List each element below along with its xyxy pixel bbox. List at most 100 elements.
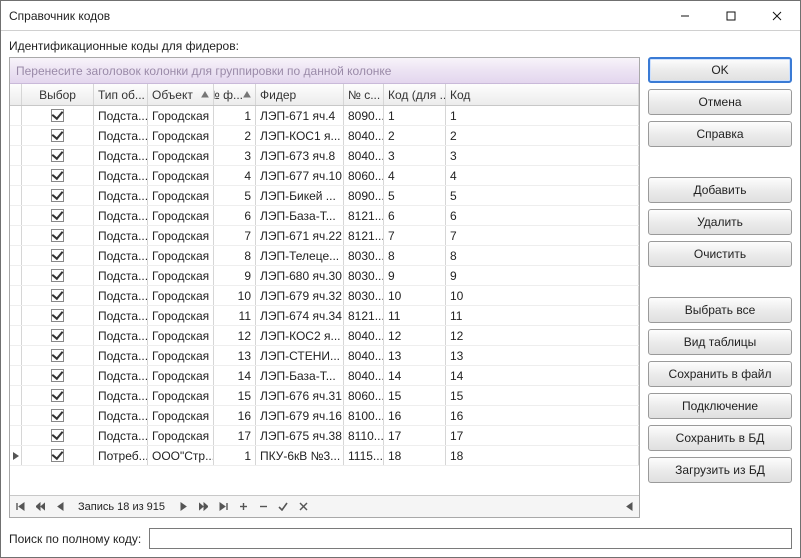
nav-next-page-button[interactable] [193, 496, 213, 518]
checkbox-icon[interactable] [51, 449, 64, 462]
cell-select[interactable] [22, 146, 94, 165]
nav-scroll-left-button[interactable] [619, 496, 639, 518]
column-indicator[interactable] [10, 84, 22, 105]
load-from-db-button[interactable]: Загрузить из БД [648, 457, 792, 483]
search-input[interactable] [149, 528, 792, 549]
cell-select[interactable] [22, 446, 94, 465]
checkbox-icon[interactable] [51, 169, 64, 182]
select-all-button[interactable]: Выбрать все [648, 297, 792, 323]
checkbox-icon[interactable] [51, 189, 64, 202]
checkbox-icon[interactable] [51, 429, 64, 442]
table-row[interactable]: Подста...Городская14ЛЭП-База-Т...8040...… [10, 366, 639, 386]
column-feeder[interactable]: Фидер [256, 84, 344, 105]
nav-prev-button[interactable] [50, 496, 70, 518]
checkbox-icon[interactable] [51, 369, 64, 382]
checkbox-icon[interactable] [51, 149, 64, 162]
table-view-button[interactable]: Вид таблицы [648, 329, 792, 355]
connection-button[interactable]: Подключение [648, 393, 792, 419]
sort-asc-icon [243, 88, 251, 102]
cell-select[interactable] [22, 266, 94, 285]
checkbox-icon[interactable] [51, 209, 64, 222]
cell-select[interactable] [22, 186, 94, 205]
checkbox-icon[interactable] [51, 229, 64, 242]
nav-next-button[interactable] [173, 496, 193, 518]
column-type[interactable]: Тип об... [94, 84, 148, 105]
table-row[interactable]: Подста...Городская8ЛЭП-Телеце...8030...8… [10, 246, 639, 266]
nav-cancel-button[interactable] [293, 496, 313, 518]
table-row[interactable]: Подста...Городская3ЛЭП-673 яч.88040...33 [10, 146, 639, 166]
checkbox-icon[interactable] [51, 389, 64, 402]
table-row[interactable]: Подста...Городская11ЛЭП-674 яч.348121...… [10, 306, 639, 326]
checkbox-icon[interactable] [51, 309, 64, 322]
nav-first-button[interactable] [10, 496, 30, 518]
cell-object: Городская [148, 326, 214, 345]
row-indicator [10, 426, 22, 445]
checkbox-icon[interactable] [51, 289, 64, 302]
cell-select[interactable] [22, 426, 94, 445]
save-to-file-button[interactable]: Сохранить в файл [648, 361, 792, 387]
table-row[interactable]: Подста...Городская6ЛЭП-База-Т...8121...6… [10, 206, 639, 226]
table-row[interactable]: Подста...Городская10ЛЭП-679 яч.328030...… [10, 286, 639, 306]
table-row[interactable]: Подста...Городская16ЛЭП-679 яч.168100...… [10, 406, 639, 426]
button-panel: OK Отмена Справка Добавить Удалить Очист… [648, 57, 792, 518]
nav-delete-button[interactable] [253, 496, 273, 518]
cell-select[interactable] [22, 166, 94, 185]
table-row[interactable]: Подста...Городская9ЛЭП-680 яч.308030...9… [10, 266, 639, 286]
close-button[interactable] [754, 1, 800, 31]
nav-post-button[interactable] [273, 496, 293, 518]
nav-insert-button[interactable] [233, 496, 253, 518]
cell-select[interactable] [22, 366, 94, 385]
checkbox-icon[interactable] [51, 329, 64, 342]
checkbox-icon[interactable] [51, 109, 64, 122]
table-row[interactable]: Подста...Городская12ЛЭП-КОС2 я...8040...… [10, 326, 639, 346]
grid-body[interactable]: Подста...Городская1ЛЭП-671 яч.48090...11… [10, 106, 639, 495]
cell-select[interactable] [22, 286, 94, 305]
nav-prev-page-button[interactable] [30, 496, 50, 518]
checkbox-icon[interactable] [51, 249, 64, 262]
column-code[interactable]: Код [446, 84, 639, 105]
cell-select[interactable] [22, 326, 94, 345]
ok-button[interactable]: OK [648, 57, 792, 83]
cell-select[interactable] [22, 406, 94, 425]
cell-select[interactable] [22, 126, 94, 145]
group-by-panel[interactable]: Перенесите заголовок колонки для группир… [10, 58, 639, 84]
cell-select[interactable] [22, 346, 94, 365]
column-object[interactable]: Объект [148, 84, 214, 105]
column-nsch[interactable]: № с... [344, 84, 384, 105]
cell-select[interactable] [22, 386, 94, 405]
cell-feeder: ЛЭП-676 яч.31 [256, 386, 344, 405]
table-row[interactable]: Подста...Городская15ЛЭП-676 яч.318060...… [10, 386, 639, 406]
table-row[interactable]: Подста...Городская13ЛЭП-СТЕНИ...8040...1… [10, 346, 639, 366]
minimize-button[interactable] [662, 1, 708, 31]
cell-select[interactable] [22, 206, 94, 225]
checkbox-icon[interactable] [51, 129, 64, 142]
checkbox-icon[interactable] [51, 269, 64, 282]
cell-select[interactable] [22, 246, 94, 265]
delete-button[interactable]: Удалить [648, 209, 792, 235]
cell-select[interactable] [22, 226, 94, 245]
table-row[interactable]: Подста...Городская2ЛЭП-КОС1 я...8040...2… [10, 126, 639, 146]
cell-select[interactable] [22, 106, 94, 125]
checkbox-icon[interactable] [51, 349, 64, 362]
nav-last-button[interactable] [213, 496, 233, 518]
column-code-for[interactable]: Код (для ... [384, 84, 446, 105]
table-row[interactable]: Подста...Городская1ЛЭП-671 яч.48090...11 [10, 106, 639, 126]
clear-button[interactable]: Очистить [648, 241, 792, 267]
checkbox-icon[interactable] [51, 409, 64, 422]
table-row[interactable]: Потреб...ООО"Стр...1ПКУ-6кВ №3...1115...… [10, 446, 639, 466]
cell-code-for: 2 [384, 126, 446, 145]
table-row[interactable]: Подста...Городская7ЛЭП-671 яч.228121...7… [10, 226, 639, 246]
save-to-db-button[interactable]: Сохранить в БД [648, 425, 792, 451]
add-button[interactable]: Добавить [648, 177, 792, 203]
cell-feeder: ЛЭП-679 яч.16 [256, 406, 344, 425]
cancel-button[interactable]: Отмена [648, 89, 792, 115]
table-row[interactable]: Подста...Городская17ЛЭП-675 яч.388110...… [10, 426, 639, 446]
cell-nsch: 8060... [344, 166, 384, 185]
maximize-button[interactable] [708, 1, 754, 31]
help-button[interactable]: Справка [648, 121, 792, 147]
table-row[interactable]: Подста...Городская5ЛЭП-Бикей ...8090...5… [10, 186, 639, 206]
column-nfeed[interactable]: № ф... [214, 84, 256, 105]
cell-select[interactable] [22, 306, 94, 325]
table-row[interactable]: Подста...Городская4ЛЭП-677 яч.108060...4… [10, 166, 639, 186]
column-select[interactable]: Выбор [22, 84, 94, 105]
